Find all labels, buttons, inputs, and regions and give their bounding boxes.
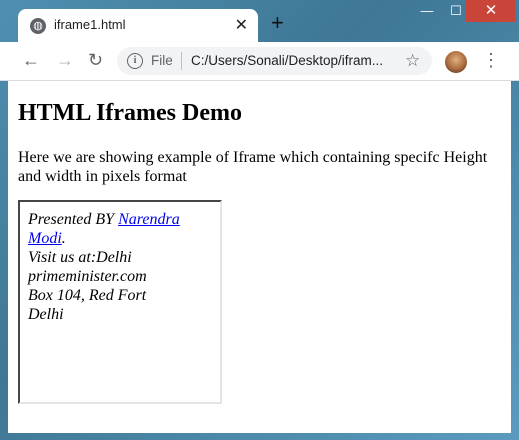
url-text[interactable]: C:/Users/Sonali/Desktop/ifram... xyxy=(191,53,383,68)
page-content: HTML Iframes Demo Here we are showing ex… xyxy=(8,81,511,433)
iframe-box[interactable]: Presented BY Narendra Modi. Visit us at:… xyxy=(18,200,222,404)
browser-toolbar: ← → ↻ i File C:/Users/Sonali/Desktop/ifr… xyxy=(0,42,519,81)
box-line: Box 104, Red Fort xyxy=(28,287,147,304)
period: . xyxy=(61,230,66,247)
visit-line: Visit us at:Delhi xyxy=(28,249,132,266)
title-bar: ◍ iframe1.html ✕ + — ☐ ✕ xyxy=(0,0,519,42)
reload-icon[interactable]: ↻ xyxy=(88,50,103,71)
new-tab-button[interactable]: + xyxy=(271,12,284,34)
globe-icon: ◍ xyxy=(30,18,46,34)
site-line: primeminister.com xyxy=(28,268,147,285)
kebab-menu-icon[interactable]: ⋮ xyxy=(482,50,500,71)
close-window-button[interactable]: ✕ xyxy=(466,0,516,22)
presented-by-text: Presented BY xyxy=(28,211,119,228)
page-heading: HTML Iframes Demo xyxy=(18,100,242,126)
bookmark-star-icon[interactable]: ☆ xyxy=(405,51,420,71)
info-icon[interactable]: i xyxy=(127,53,143,69)
file-label: File xyxy=(151,53,173,68)
city-line: Delhi xyxy=(28,306,64,323)
forward-arrow-icon[interactable]: → xyxy=(56,50,74,71)
profile-avatar[interactable] xyxy=(445,51,467,73)
browser-window: ◍ iframe1.html ✕ + — ☐ ✕ ← → ↻ i File C:… xyxy=(0,0,519,440)
description-paragraph: Here we are showing example of Iframe wh… xyxy=(18,149,488,185)
address-bar[interactable]: i File C:/Users/Sonali/Desktop/ifram... xyxy=(117,47,432,75)
minimize-button[interactable]: — xyxy=(412,0,442,22)
divider xyxy=(181,52,182,70)
close-tab-icon[interactable]: ✕ xyxy=(235,15,248,35)
iframe-content: Presented BY Narendra Modi. Visit us at:… xyxy=(28,210,198,324)
tab-title: iframe1.html xyxy=(54,17,126,32)
back-arrow-icon[interactable]: ← xyxy=(22,50,40,71)
tab-iframe1[interactable]: ◍ iframe1.html ✕ xyxy=(18,9,258,42)
